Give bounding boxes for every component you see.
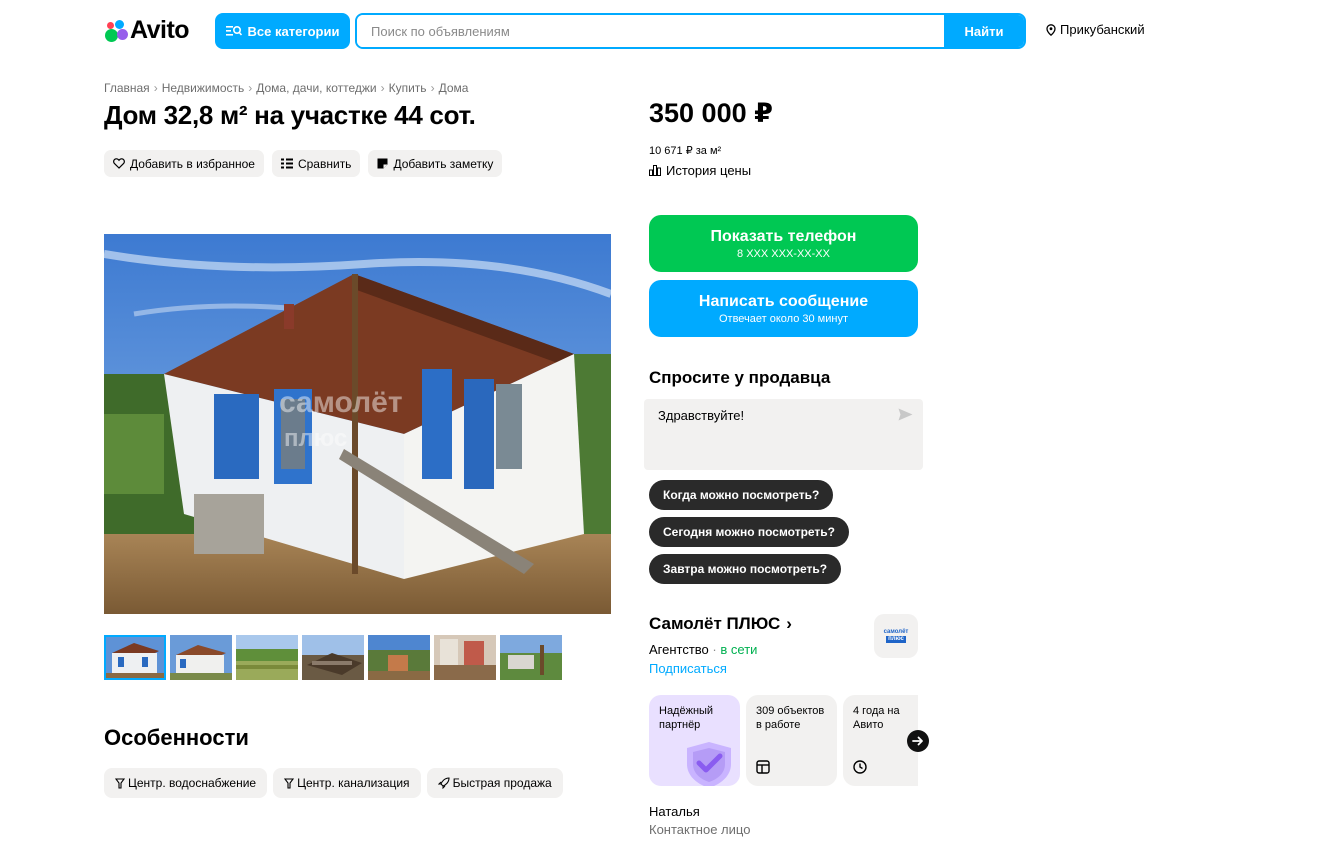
seller-name: Самолёт ПЛЮС bbox=[649, 614, 781, 633]
note-icon bbox=[377, 158, 388, 169]
badge-text: 309 объектов в работе bbox=[756, 705, 825, 731]
all-categories-label: Все категории bbox=[247, 23, 340, 39]
compare-label: Сравнить bbox=[297, 156, 352, 171]
favorite-label: Добавить в избранное bbox=[130, 156, 255, 171]
photo-thumbnail[interactable] bbox=[434, 635, 496, 680]
main-photo[interactable]: самолёт плюс bbox=[104, 234, 611, 614]
ask-seller-message-field[interactable]: Здравствуйте! bbox=[644, 399, 923, 470]
page-title: Дом 32,8 м² на участке 44 сот. bbox=[104, 100, 476, 130]
badge-text: Надёжный партнёр bbox=[659, 705, 714, 731]
breadcrumb-item[interactable]: Главная bbox=[104, 81, 150, 95]
price-history-label: История цены bbox=[666, 163, 752, 178]
response-time: Отвечает около 30 минут bbox=[718, 312, 849, 325]
breadcrumb-item[interactable]: Дома bbox=[439, 81, 469, 95]
compare-icon bbox=[280, 158, 293, 169]
sewer-icon bbox=[284, 777, 295, 789]
breadcrumb-separator-icon: › bbox=[430, 81, 435, 95]
location-selector[interactable]: Прикубанский bbox=[1046, 22, 1145, 37]
seller-type-label: Агентство bbox=[649, 642, 709, 657]
location-label: Прикубанский bbox=[1060, 22, 1145, 37]
features-title: Особенности bbox=[104, 725, 249, 750]
agency-logo-text: плюс bbox=[886, 636, 906, 643]
seller-type: Агентство · в сети bbox=[649, 642, 757, 657]
avito-logo-dots-icon bbox=[104, 19, 128, 43]
avito-logo[interactable]: Avito bbox=[104, 16, 190, 45]
agency-logo-text: самолёт bbox=[883, 629, 909, 635]
photo-thumbnail[interactable] bbox=[170, 635, 232, 680]
add-note-button[interactable]: Добавить заметку bbox=[368, 150, 503, 177]
price: 350 000 ₽ bbox=[649, 98, 773, 128]
ask-seller-title: Спросите у продавца bbox=[649, 368, 831, 387]
photo-thumbnails bbox=[104, 635, 562, 680]
feature-label: Центр. водоснабжение bbox=[128, 776, 257, 790]
show-phone-button[interactable]: Показать телефон 8 XXX XXX-XX-XX bbox=[649, 215, 918, 272]
badges-next-button[interactable] bbox=[907, 730, 929, 752]
breadcrumb-separator-icon: › bbox=[153, 81, 158, 95]
location-pin-icon bbox=[1046, 23, 1056, 36]
breadcrumb-item[interactable]: Купить bbox=[389, 81, 427, 95]
listing-actions: Добавить в избранное Сравнить Добавить з… bbox=[104, 150, 503, 177]
photo-watermark: плюс bbox=[284, 425, 347, 452]
all-categories-button[interactable]: Все категории bbox=[215, 13, 350, 49]
chevron-right-icon: › bbox=[786, 614, 792, 633]
features-list: Центр. водоснабжение Центр. канализация … bbox=[104, 768, 563, 798]
online-status: в сети bbox=[720, 642, 758, 657]
seller-name-link[interactable]: Самолёт ПЛЮС › bbox=[649, 614, 792, 634]
seller-badges: Надёжный партнёр 309 объектов в работе 4… bbox=[649, 695, 918, 786]
bar-chart-icon bbox=[649, 165, 661, 176]
breadcrumb-item[interactable]: Недвижимость bbox=[162, 81, 245, 95]
house-photo-image: самолёт плюс bbox=[104, 234, 611, 614]
compare-button[interactable]: Сравнить bbox=[271, 150, 361, 177]
search-input[interactable] bbox=[357, 15, 944, 47]
breadcrumb-separator-icon: › bbox=[248, 81, 253, 95]
reliable-partner-badge[interactable]: Надёжный партнёр bbox=[649, 695, 740, 786]
photo-thumbnail[interactable] bbox=[368, 635, 430, 680]
feature-tag: Быстрая продажа bbox=[426, 768, 563, 798]
note-label: Добавить заметку bbox=[393, 156, 494, 171]
breadcrumb-separator-icon: › bbox=[380, 81, 385, 95]
feature-tag: Центр. водоснабжение bbox=[104, 768, 268, 798]
building-icon bbox=[756, 760, 770, 774]
send-icon[interactable] bbox=[898, 408, 913, 421]
search-button[interactable]: Найти bbox=[944, 15, 1024, 47]
contact-person-role: Контактное лицо bbox=[649, 822, 751, 837]
logo-text: Avito bbox=[130, 16, 190, 44]
phone-mask: 8 XXX XXX-XX-XX bbox=[737, 247, 830, 260]
photo-watermark: самолёт bbox=[279, 386, 403, 419]
agency-logo[interactable]: самолёт плюс bbox=[874, 614, 918, 658]
photo-thumbnail[interactable] bbox=[104, 635, 166, 680]
categories-search-icon bbox=[225, 25, 242, 36]
price-history-link[interactable]: История цены bbox=[649, 163, 751, 178]
heart-icon bbox=[113, 158, 125, 169]
price-per-m2: 10 671 ₽ за м² bbox=[649, 145, 722, 157]
breadcrumb: Главная › Недвижимость › Дома, дачи, кот… bbox=[104, 81, 468, 95]
faucet-icon bbox=[115, 777, 125, 789]
feature-tag: Центр. канализация bbox=[273, 768, 421, 798]
objects-in-work-badge[interactable]: 309 объектов в работе bbox=[746, 695, 837, 786]
subscribe-link[interactable]: Подписаться bbox=[649, 661, 727, 676]
photo-thumbnail[interactable] bbox=[236, 635, 298, 680]
badge-text: 4 года на Авито bbox=[853, 705, 900, 731]
breadcrumb-item[interactable]: Дома, дачи, коттеджи bbox=[256, 81, 376, 95]
feature-label: Центр. канализация bbox=[297, 776, 410, 790]
show-phone-label: Показать телефон bbox=[710, 227, 857, 245]
shield-check-icon bbox=[687, 742, 731, 786]
clock-icon bbox=[853, 760, 867, 774]
quick-question-chip[interactable]: Сегодня можно посмотреть? bbox=[649, 517, 850, 547]
write-message-button[interactable]: Написать сообщение Отвечает около 30 мин… bbox=[649, 280, 918, 337]
add-to-favorites-button[interactable]: Добавить в избранное bbox=[104, 150, 264, 177]
contact-person-name: Наталья bbox=[649, 804, 700, 819]
feature-label: Быстрая продажа bbox=[452, 776, 552, 790]
quick-question-chip[interactable]: Завтра можно посмотреть? bbox=[649, 554, 842, 584]
search-bar: Найти bbox=[355, 13, 1026, 49]
arrow-right-icon bbox=[912, 736, 923, 746]
rocket-icon bbox=[437, 777, 450, 789]
quick-question-chip[interactable]: Когда можно посмотреть? bbox=[649, 480, 834, 510]
photo-thumbnail[interactable] bbox=[302, 635, 364, 680]
ask-message-text: Здравствуйте! bbox=[658, 408, 745, 423]
write-message-label: Написать сообщение bbox=[698, 292, 869, 310]
photo-thumbnail[interactable] bbox=[500, 635, 562, 680]
